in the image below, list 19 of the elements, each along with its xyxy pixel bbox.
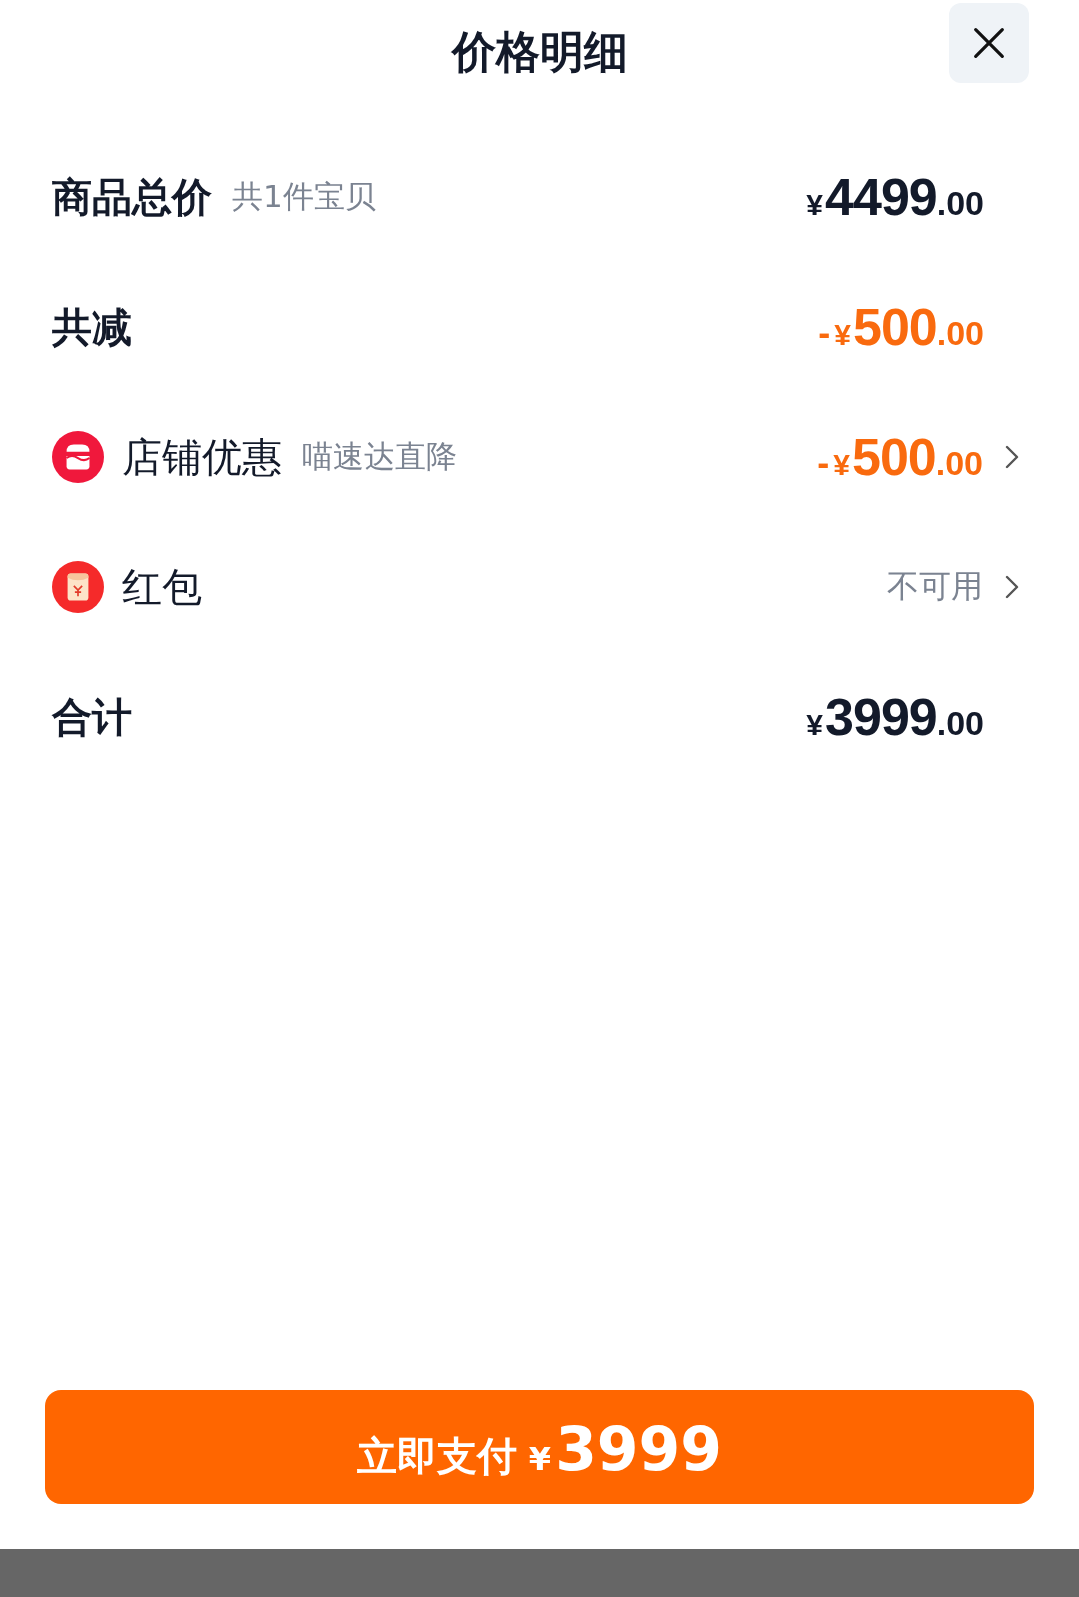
row-label: 商品总价 [52, 172, 212, 222]
envelope-icon [52, 561, 104, 613]
chevron-icon[interactable] [1005, 445, 1019, 469]
shop-icon [52, 431, 104, 483]
row-note: 共1件宝贝 [232, 177, 376, 216]
price-amount: ¥4499.00 [806, 167, 984, 227]
close-button[interactable] [949, 3, 1029, 83]
row-label: 合计 [52, 692, 132, 742]
price-amount: -¥500.00 [817, 427, 983, 487]
status-text: 不可用 [887, 566, 983, 607]
row-label: 红包 [122, 562, 202, 612]
price-amount: -¥500.00 [818, 297, 984, 357]
row-label: 共减 [52, 302, 132, 352]
row-note: 喵速达直降 [302, 437, 457, 476]
row-label: 店铺优惠 [122, 432, 282, 482]
sheet-title: 价格明细 [451, 25, 628, 79]
price-amount: ¥3999.00 [806, 687, 984, 747]
chevron-icon[interactable] [1005, 575, 1019, 599]
pay-button[interactable]: 立即支付 ¥3999 [45, 1390, 1034, 1504]
